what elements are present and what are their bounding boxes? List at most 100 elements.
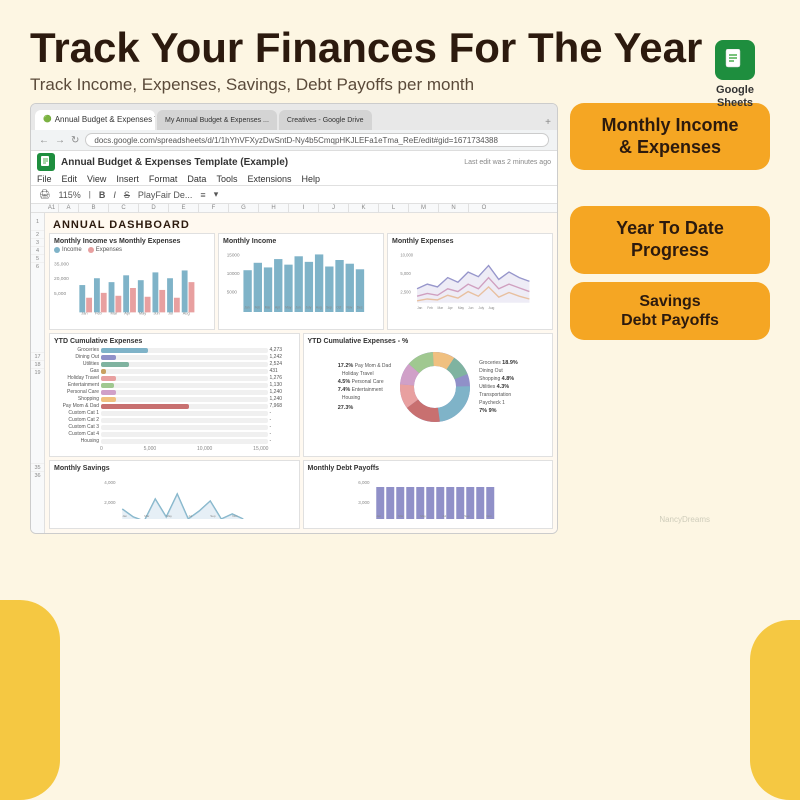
toolbar-italic[interactable]: I	[111, 189, 118, 201]
hbar-custom2: Custom Cat 2 -	[54, 417, 295, 423]
browser-tab-active[interactable]: 🟢 Annual Budget & Expenses Tem...	[35, 110, 155, 130]
donut-labels-right: Groceries 18.9% Dining Out Shopping 4.8%	[479, 360, 518, 414]
hbar-val-entertainment: 1,130	[270, 382, 295, 388]
svg-text:Sep: Sep	[326, 305, 332, 309]
svg-text:Mar: Mar	[438, 306, 445, 310]
sheets-menu-bar: File Edit View Insert Format Data Tools …	[31, 173, 557, 186]
svg-text:2,500: 2,500	[400, 290, 411, 295]
svg-text:Feb: Feb	[95, 311, 102, 316]
hbar-val-holiday: 1,276	[270, 375, 295, 381]
svg-text:6,000: 6,000	[358, 480, 370, 485]
svg-text:Mar: Mar	[144, 514, 149, 518]
menu-help[interactable]: Help	[301, 174, 320, 184]
svg-text:10000: 10000	[227, 271, 240, 276]
feature-card-income-expenses: Monthly Income& Expenses	[570, 103, 770, 170]
donut-label-dining-out: Dining Out	[479, 368, 518, 374]
svg-text:Jan: Jan	[244, 305, 249, 309]
sheets-doc-title: Annual Budget & Expenses Template (Examp…	[61, 157, 288, 168]
back-btn[interactable]: ←	[39, 135, 49, 146]
browser-address-bar: ← → ↻ docs.google.com/spreadsheets/d/1/1…	[31, 130, 557, 151]
svg-text:Feb: Feb	[255, 305, 261, 309]
forward-btn[interactable]: →	[55, 135, 65, 146]
toolbar-font[interactable]: PlayFair De...	[136, 189, 195, 201]
donut-label-groceries: Groceries 18.9%	[479, 360, 518, 366]
chart-1-legend: Income Expenses	[54, 247, 210, 253]
svg-text:Mar: Mar	[111, 311, 118, 316]
address-bar-input[interactable]: docs.google.com/spreadsheets/d/1/1hYhVFX…	[85, 133, 549, 147]
chart-2-title: Monthly Income	[223, 238, 379, 245]
feature-card-ytd: Year To DateProgress	[570, 206, 770, 273]
legend-income-label: Income	[62, 247, 82, 253]
legend-expenses-dot	[88, 247, 94, 253]
hbar-gas: Gas 431	[54, 368, 295, 374]
refresh-btn[interactable]: ↻	[71, 135, 79, 146]
donut-label-personal: 4.5% Personal Care	[338, 379, 391, 385]
hbar-label-housing: Housing	[54, 438, 99, 444]
svg-text:2,000: 2,000	[104, 500, 116, 505]
hbar-custom3: Custom Cat 3 -	[54, 424, 295, 430]
hbar-groceries: Groceries 4,273	[54, 347, 295, 353]
debt-svg: 6,000 3,000	[308, 474, 549, 519]
menu-view[interactable]: View	[87, 174, 106, 184]
spreadsheet-content: 1 2 3 4 5 6 17 18 19 35 36	[31, 213, 557, 533]
menu-edit[interactable]: Edit	[62, 174, 78, 184]
legend-income-dot	[54, 247, 60, 253]
svg-text:10,000: 10,000	[400, 252, 413, 257]
toolbar-more[interactable]: ▾	[212, 188, 221, 201]
hbar-holiday: Holiday Travel 1,276	[54, 375, 295, 381]
watermark: NancyDreams	[659, 515, 710, 524]
svg-text:Aug: Aug	[316, 305, 322, 309]
donut-label-utilities-r: Utilities 4.3%	[479, 384, 518, 390]
donut-label-pct-right: 7% 9%	[479, 408, 518, 414]
donut-label-holiday: Holiday Travel	[338, 371, 391, 377]
browser-section: 🟢 Annual Budget & Expenses Tem... My Ann…	[30, 103, 558, 534]
toolbar-zoom[interactable]: 115%	[56, 189, 82, 201]
hbar-label-custom1: Custom Cat 1	[54, 410, 99, 416]
hbar-val-gas: 431	[270, 368, 295, 374]
ytd-bars-container: Groceries 4,273 Dining Out 1,242	[54, 347, 295, 444]
donut-label-paymom: 17.2% Pay Mom & Dad	[338, 363, 391, 369]
hbar-val-custom3: -	[270, 424, 295, 430]
toolbar-align[interactable]: ≡	[198, 189, 207, 201]
browser-tab-2[interactable]: My Annual Budget & Expenses ...	[157, 110, 277, 130]
svg-text:Oct: Oct	[336, 305, 341, 309]
menu-format[interactable]: Format	[149, 174, 178, 184]
menu-data[interactable]: Data	[187, 174, 206, 184]
svg-text:Aug: Aug	[489, 306, 495, 310]
hbar-val-personal: 1,240	[270, 389, 295, 395]
hbar-custom4: Custom Cat 4 -	[54, 431, 295, 437]
menu-insert[interactable]: Insert	[116, 174, 139, 184]
toolbar-print[interactable]: 🖨	[37, 188, 52, 201]
svg-text:July: July	[306, 305, 312, 309]
menu-file[interactable]: File	[37, 174, 52, 184]
menu-tools[interactable]: Tools	[216, 174, 237, 184]
chart-savings: Monthly Savings 4,000 2,000	[49, 460, 300, 529]
browser-mockup: 🟢 Annual Budget & Expenses Tem... My Ann…	[30, 103, 558, 534]
dashboard-area: ANNUAL DASHBOARD Monthly Income vs Month…	[45, 213, 557, 533]
donut-label-entertainment: 7.4% Entertainment	[338, 387, 391, 393]
hbar-label-shopping: Shopping	[54, 396, 99, 402]
svg-text:Nov: Nov	[347, 305, 353, 309]
svg-text:5,000: 5,000	[54, 291, 66, 297]
svg-text:May: May	[285, 305, 292, 309]
browser-tab-3[interactable]: Creatives - Google Drive	[279, 110, 372, 130]
svg-text:Jun: Jun	[153, 311, 159, 316]
svg-text:35,000: 35,000	[54, 262, 69, 268]
hbar-val-custom2: -	[270, 417, 295, 423]
chart-2-svg: 15000 10000 5000	[223, 247, 379, 312]
toolbar-bold[interactable]: B	[97, 189, 108, 201]
svg-text:Sep: Sep	[210, 514, 216, 518]
toolbar-strikethrough[interactable]: S	[122, 189, 132, 201]
svg-text:5,000: 5,000	[400, 271, 411, 276]
chart-1-title: Monthly Income vs Monthly Expenses	[54, 238, 210, 245]
donut-svg	[395, 347, 475, 427]
svg-text:15000: 15000	[227, 252, 240, 257]
chart-monthly-expenses: Monthly Expenses 10,000 5,000 2,500	[387, 233, 553, 330]
hbar-val-groceries: 4,273	[270, 347, 295, 353]
legend-expenses: Expenses	[88, 247, 122, 253]
svg-text:Jul: Jul	[442, 514, 446, 518]
svg-text:3,000: 3,000	[358, 500, 370, 505]
hbar-custom1: Custom Cat 1 -	[54, 410, 295, 416]
chart-monthly-income: Monthly Income 15000 10000 5000	[218, 233, 384, 330]
menu-extensions[interactable]: Extensions	[247, 174, 291, 184]
